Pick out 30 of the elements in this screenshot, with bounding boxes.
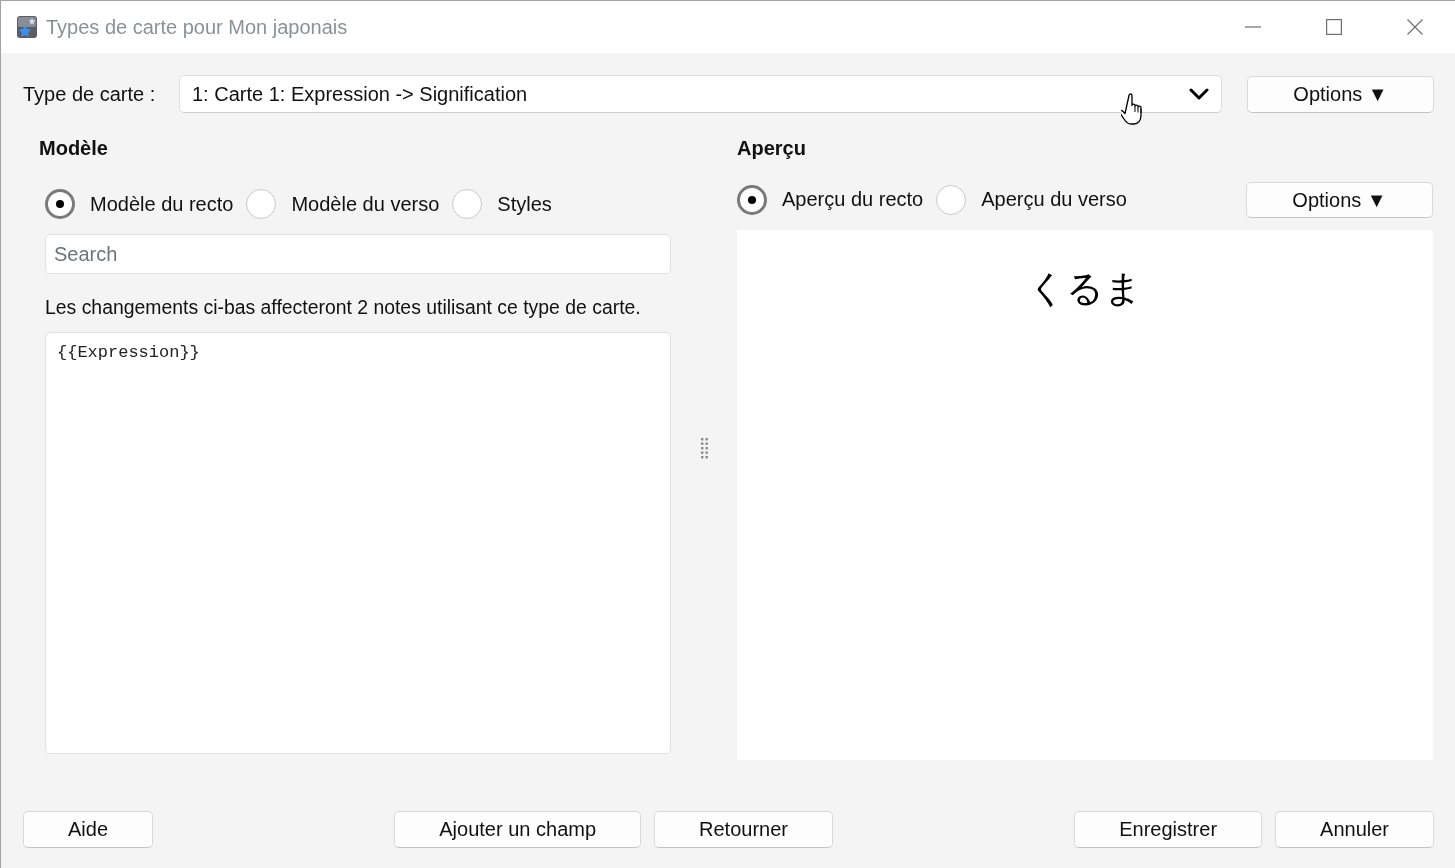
radio-label[interactable]: Modèle du recto [90, 192, 234, 216]
search-field[interactable]: Search [45, 234, 671, 274]
radio-label[interactable]: Aperçu du recto [782, 188, 924, 211]
card-type-dropdown[interactable]: 1: Carte 1: Expression -> Signification [179, 75, 1222, 113]
radio-button[interactable] [936, 184, 967, 215]
footer-button[interactable]: Annuler [1275, 811, 1434, 848]
footer-button[interactable]: Aide [23, 811, 154, 848]
card-text: くるま [1028, 268, 1142, 310]
radio-button[interactable] [737, 184, 767, 215]
template-heading: Modèle [39, 137, 109, 159]
radio-button[interactable] [246, 189, 277, 219]
splitter-grip-icon[interactable] [700, 438, 708, 459]
window-title: Types de carte pour Mon japonais [46, 15, 348, 39]
radio-label[interactable]: Styles [497, 192, 552, 216]
info-text: Les changements ci-bas affecteront 2 notes utilisant ce type de carte. [45, 296, 642, 318]
chevron-down-icon [1189, 88, 1209, 100]
close-icon[interactable] [1407, 19, 1423, 35]
footer-button[interactable]: Retourner [654, 811, 833, 848]
radio-button[interactable] [45, 189, 75, 219]
card-type-label: Type de carte : [23, 82, 157, 106]
footer-button[interactable]: Enregistrer [1074, 811, 1263, 848]
options-button[interactable]: Options ▼ [1247, 75, 1434, 113]
preview-heading: Aperçu [737, 137, 807, 159]
radio-label[interactable]: Modèle du verso [291, 192, 440, 216]
radio-button[interactable] [452, 189, 483, 219]
template-editor[interactable]: {{Expression}} [45, 332, 671, 754]
options-button[interactable]: Options ▼ [1246, 182, 1433, 218]
maximize-icon[interactable] [1326, 19, 1342, 35]
footer-button[interactable]: Ajouter un champ [394, 811, 642, 848]
radio-label[interactable]: Aperçu du verso [981, 188, 1127, 211]
